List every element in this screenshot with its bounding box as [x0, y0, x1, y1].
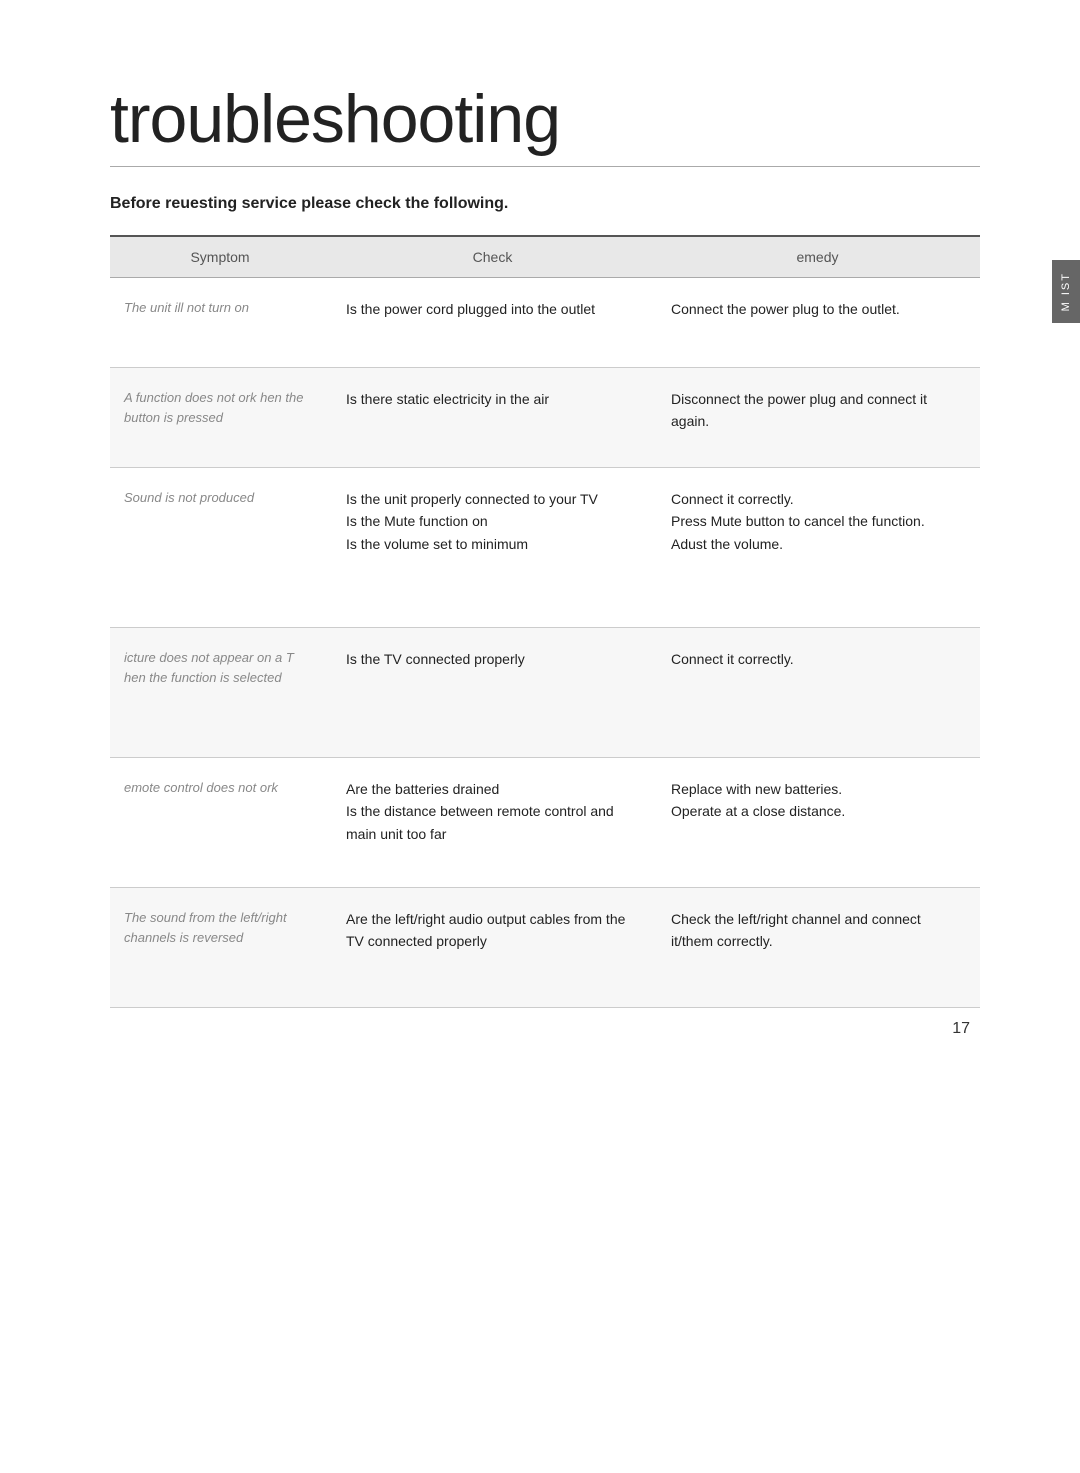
remedy-item-5-0: Replace with new batteries. — [671, 778, 964, 800]
table-row: The sound from the left/right channels i… — [110, 888, 980, 1008]
page-subtitle: Before reuesting service please check th… — [110, 195, 980, 213]
symptom-cell-6: The sound from the left/right channels i… — [110, 888, 330, 1007]
check-text-6: Are the left/right audio output cables f… — [346, 908, 639, 953]
page-container: troubleshooting Before reuesting service… — [0, 0, 1080, 1088]
check-item-2-0: Is there static electricity in the air — [346, 388, 639, 410]
remedy-item-3-1: Press Mute button to cancel the function… — [671, 510, 964, 532]
side-tab-text: M IST — [1060, 272, 1072, 311]
troubleshoot-table: Symptom Check emedy The unit ill not tur… — [110, 235, 980, 1008]
check-cell-1: Is the power cord plugged into the outle… — [330, 278, 655, 367]
table-row: A function does not ork hen the button i… — [110, 368, 980, 468]
check-item-4-0: Is the TV connected properly — [346, 648, 639, 670]
check-text-4: Is the TV connected properly — [346, 648, 639, 670]
symptom-cell-4: icture does not appear on a T hen the fu… — [110, 628, 330, 757]
page-number: 17 — [952, 1020, 970, 1038]
symptom-cell-1: The unit ill not turn on — [110, 278, 330, 367]
page-title: troubleshooting — [110, 80, 980, 158]
check-cell-2: Is there static electricity in the air — [330, 368, 655, 467]
table-row: The unit ill not turn on Is the power co… — [110, 278, 980, 368]
side-tab: M IST — [1052, 260, 1080, 323]
check-text-2: Is there static electricity in the air — [346, 388, 639, 410]
check-item-3-2: Is the volume set to minimum — [346, 533, 639, 555]
check-item-1-0: Is the power cord plugged into the outle… — [346, 298, 639, 320]
check-text-3: Is the unit properly connected to your T… — [346, 488, 639, 555]
symptom-cell-2: A function does not ork hen the button i… — [110, 368, 330, 467]
check-item-5-1: Is the distance between remote control a… — [346, 800, 639, 845]
check-cell-6: Are the left/right audio output cables f… — [330, 888, 655, 1007]
remedy-item-1-0: Connect the power plug to the outlet. — [671, 298, 964, 320]
check-cell-3: Is the unit properly connected to your T… — [330, 468, 655, 627]
remedy-item-6-0: Check the left/right channel and connect… — [671, 908, 964, 953]
check-text-1: Is the power cord plugged into the outle… — [346, 298, 639, 320]
remedy-text-5: Replace with new batteries. Operate at a… — [671, 778, 964, 823]
remedy-cell-1: Connect the power plug to the outlet. — [655, 278, 980, 367]
check-item-6-0: Are the left/right audio output cables f… — [346, 908, 639, 953]
check-item-3-0: Is the unit properly connected to your T… — [346, 488, 639, 510]
check-cell-4: Is the TV connected properly — [330, 628, 655, 757]
remedy-text-1: Connect the power plug to the outlet. — [671, 298, 964, 320]
title-divider — [110, 166, 980, 167]
remedy-text-2: Disconnect the power plug and connect it… — [671, 388, 964, 433]
remedy-item-4-0: Connect it correctly. — [671, 648, 964, 670]
symptom-text-4: icture does not appear on a T hen the fu… — [124, 648, 316, 687]
symptom-text-1: The unit ill not turn on — [124, 298, 316, 318]
remedy-item-5-1: Operate at a close distance. — [671, 800, 964, 822]
symptom-text-3: Sound is not produced — [124, 488, 316, 508]
remedy-text-4: Connect it correctly. — [671, 648, 964, 670]
remedy-cell-2: Disconnect the power plug and connect it… — [655, 368, 980, 467]
check-text-5: Are the batteries drained Is the distanc… — [346, 778, 639, 845]
table-header: Symptom Check emedy — [110, 237, 980, 278]
remedy-cell-3: Connect it correctly. Press Mute button … — [655, 468, 980, 627]
symptom-text-5: emote control does not ork — [124, 778, 316, 798]
remedy-item-3-2: Adust the volume. — [671, 533, 964, 555]
table-row: Sound is not produced Is the unit proper… — [110, 468, 980, 628]
header-symptom: Symptom — [110, 237, 330, 277]
remedy-cell-5: Replace with new batteries. Operate at a… — [655, 758, 980, 887]
symptom-cell-5: emote control does not ork — [110, 758, 330, 887]
table-row: emote control does not ork Are the batte… — [110, 758, 980, 888]
check-item-5-0: Are the batteries drained — [346, 778, 639, 800]
remedy-item-2-0: Disconnect the power plug and connect it… — [671, 388, 964, 433]
remedy-cell-6: Check the left/right channel and connect… — [655, 888, 980, 1007]
symptom-cell-3: Sound is not produced — [110, 468, 330, 627]
remedy-cell-4: Connect it correctly. — [655, 628, 980, 757]
symptom-text-6: The sound from the left/right channels i… — [124, 908, 316, 947]
remedy-text-6: Check the left/right channel and connect… — [671, 908, 964, 953]
check-item-3-1: Is the Mute function on — [346, 510, 639, 532]
table-row: icture does not appear on a T hen the fu… — [110, 628, 980, 758]
check-cell-5: Are the batteries drained Is the distanc… — [330, 758, 655, 887]
header-remedy: emedy — [655, 237, 980, 277]
header-check: Check — [330, 237, 655, 277]
symptom-text-2: A function does not ork hen the button i… — [124, 388, 316, 427]
remedy-item-3-0: Connect it correctly. — [671, 488, 964, 510]
remedy-text-3: Connect it correctly. Press Mute button … — [671, 488, 964, 555]
